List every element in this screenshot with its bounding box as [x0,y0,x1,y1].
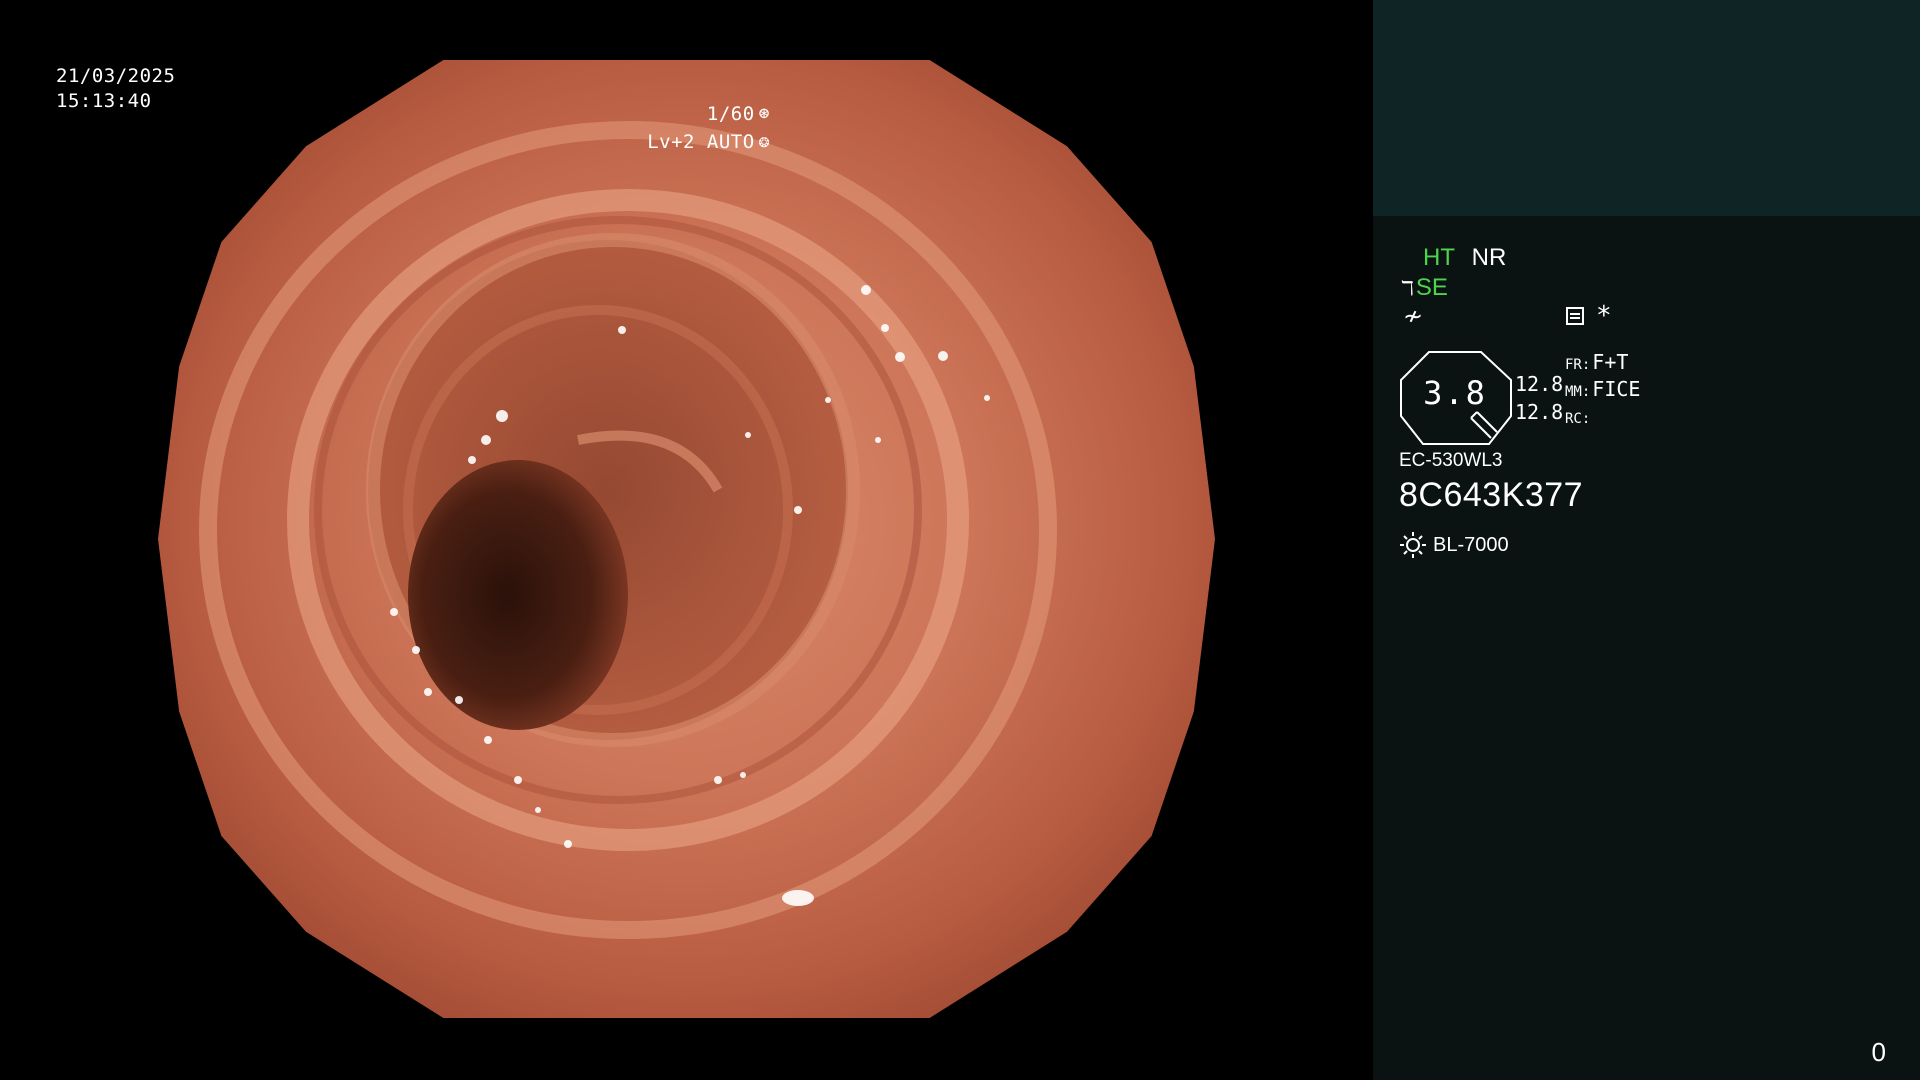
rc-setting: RC: [1565,404,1640,431]
zoom-indicator: 3.8 [1399,350,1515,446]
shutter-icon: ⊛ [758,103,770,124]
processing-flags: HT NR [1423,244,1516,272]
iris-icon: ❂ [758,131,770,152]
endoscopic-image [158,60,1215,1018]
panel-header-area [1373,0,1920,216]
light-source-icon [1400,532,1426,558]
asterisk-mark: * [1596,301,1612,331]
endoscope-screen: 21/03/2025 15:13:40 1/60 ⊛ Lv+2 AUTO ❂ H… [0,0,1920,1080]
fr-label: FR: [1565,357,1591,373]
fr-setting: FR: F+T [1565,350,1640,377]
numeric-readouts: 12.8 12.8 [1515,370,1563,426]
endoscopic-view: 21/03/2025 15:13:40 1/60 ⊛ Lv+2 AUTO ❂ [0,0,1373,1080]
mm-value: FICE [1592,377,1641,401]
document-icon [1566,307,1584,325]
time-text: 15:13:40 [56,90,152,112]
iris-mode: Lv+2 AUTO [647,131,755,153]
fr-value: F+T [1592,350,1629,374]
light-source-name: BL-7000 [1433,533,1509,556]
exposure-overlay: 1/60 ⊛ Lv+2 AUTO ❂ [647,100,770,156]
frame-counter: 0 [1871,1037,1886,1067]
date-time-overlay: 21/03/2025 15:13:40 [56,64,175,114]
se-flag: SE [1415,274,1448,301]
scope-model: EC-530WL3 [1399,450,1503,471]
readout-2: 12.8 [1515,400,1564,424]
readout-1: 12.8 [1515,372,1564,396]
mode-settings: FR: F+T MM: FICE RC: [1565,350,1640,431]
zoom-value: 3.8 [1423,374,1487,412]
date-text: 21/03/2025 [56,65,176,87]
rc-label: RC: [1565,411,1591,427]
mm-setting: MM: FICE [1565,377,1640,404]
shutter-speed: 1/60 [706,103,755,125]
light-source-row: BL-7000 [1399,531,1509,559]
record-status-row: * [1566,301,1612,331]
info-panel: HT NR ℸ SE ≁ * 3.8 12.8 12.8 FR: F+T MM:… [1373,0,1920,1080]
mm-label: MM: [1565,384,1591,400]
nr-flag: NR [1471,244,1507,271]
structure-enhance-row: ℸ SE [1401,274,1448,302]
mucosa-illustration [199,121,1057,939]
structure-enhance-icon: ℸ [1401,277,1414,300]
ht-flag: HT [1423,244,1455,271]
color-mode-icon: ≁ [1403,303,1424,330]
scope-serial: 8C643K377 [1399,476,1584,514]
